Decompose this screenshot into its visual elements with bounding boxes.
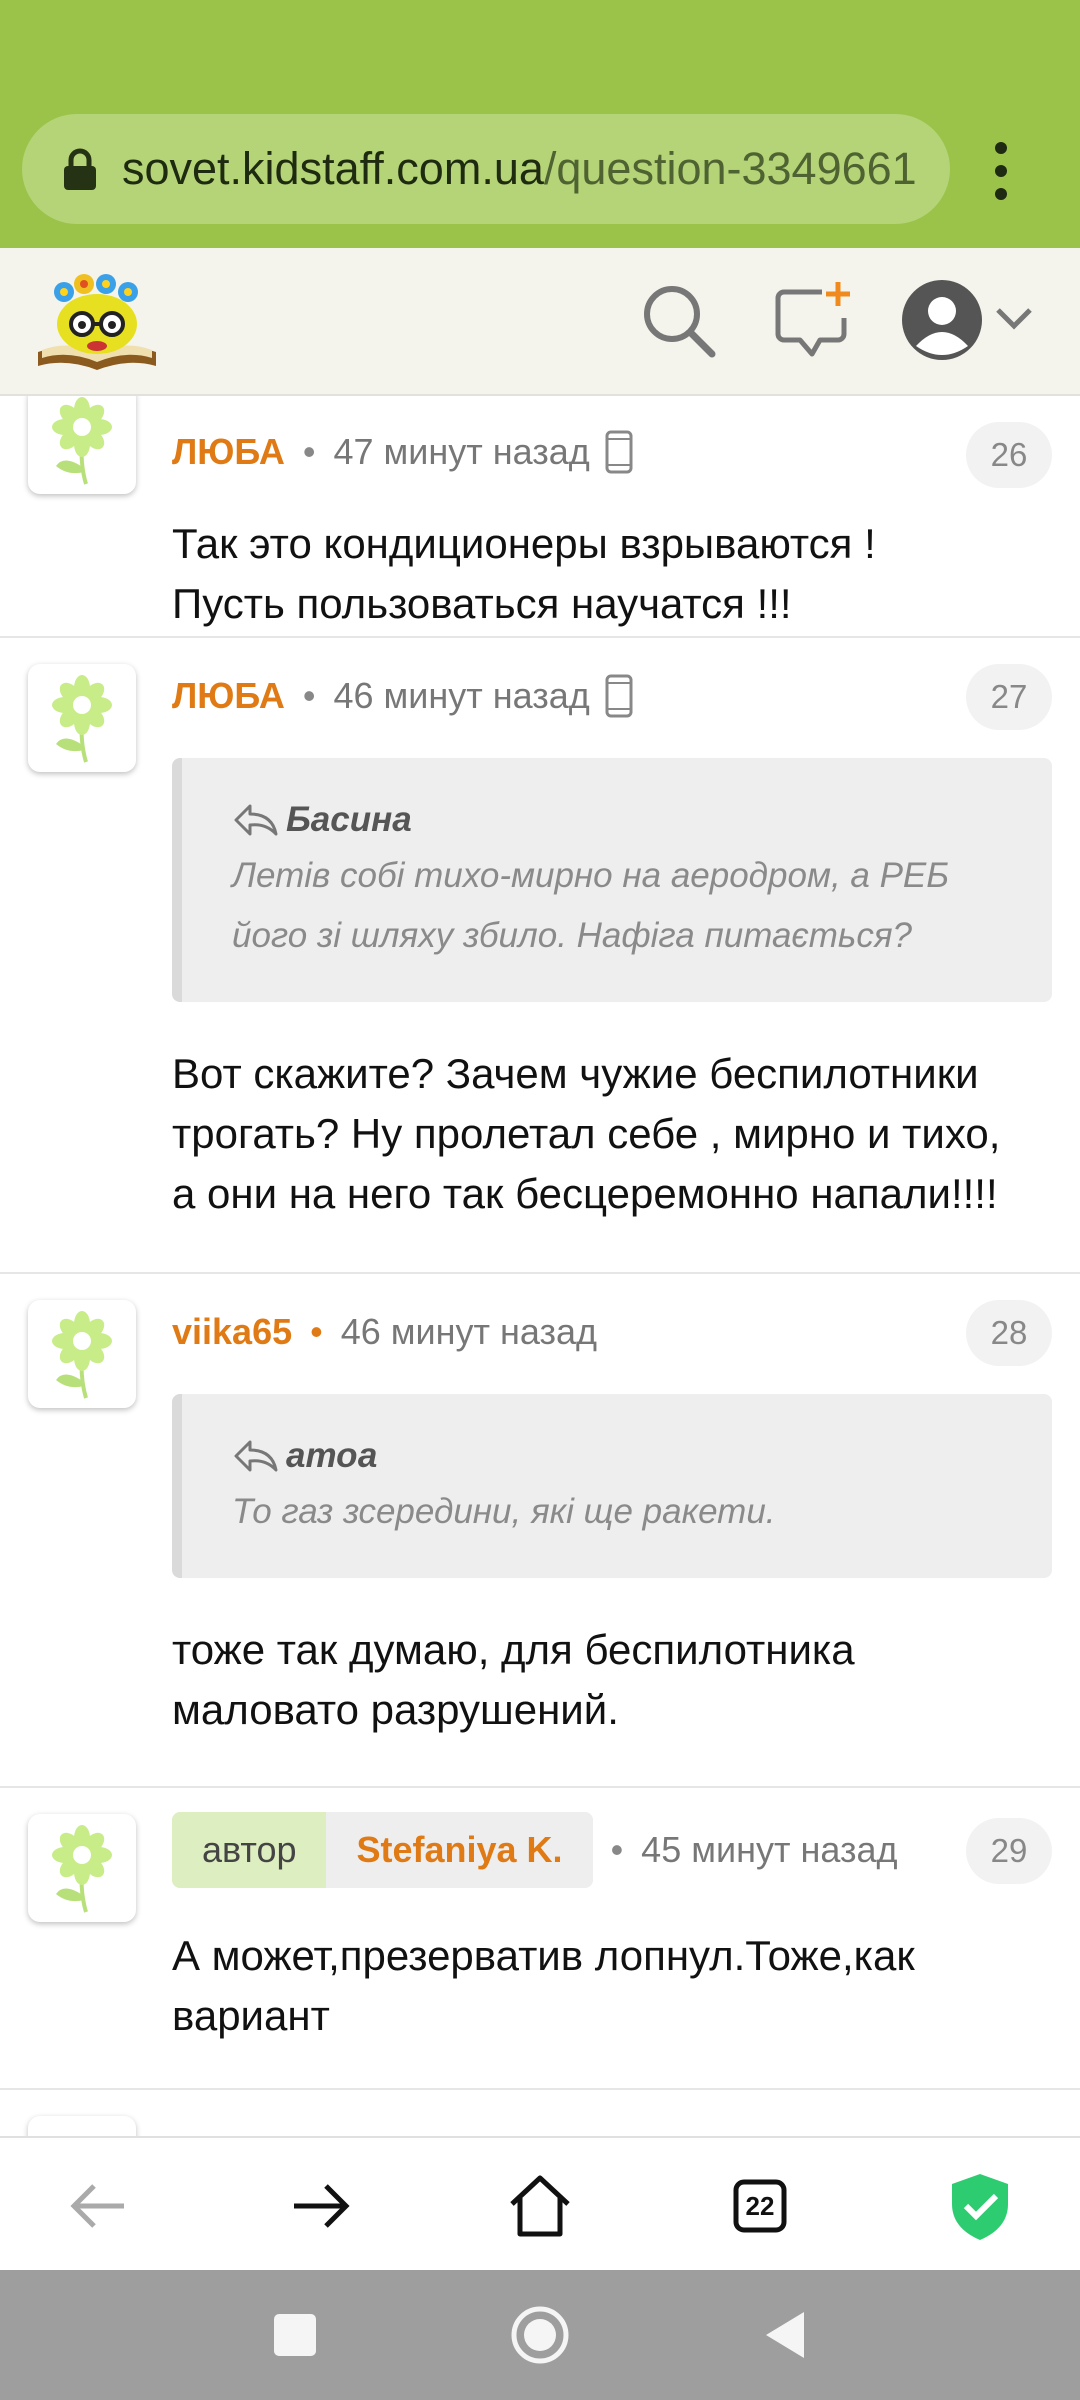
comment-time: 47 минут назад — [333, 431, 590, 472]
avatar[interactable] — [28, 2116, 136, 2136]
url-host: sovet.kidstaff.com.ua — [122, 143, 544, 194]
flower-avatar-icon — [52, 397, 112, 485]
comment-meta: viika65 • 46 минут назад — [172, 1302, 597, 1362]
comment-body: тоже так думаю, для беспилотника маловат… — [172, 1620, 1052, 1740]
comment-body: Вот скажите? Зачем чужие беспилотники тр… — [172, 1044, 1052, 1224]
quote-author: атоа — [232, 1430, 1008, 1482]
recent-apps-icon[interactable] — [260, 2300, 330, 2370]
tab-count: 22 — [745, 2191, 775, 2221]
comment-line: Вот скажите? Зачем чужие беспилотники — [172, 1050, 979, 1097]
comment-body: Так это кондиционеры взрываются ! Пусть … — [172, 514, 1052, 634]
browser-toolbar: 22 — [0, 2136, 1080, 2272]
shield-check-icon[interactable] — [942, 2168, 1018, 2244]
comment-meta: автор Stefaniya K. • 45 минут назад — [172, 1812, 897, 1888]
comment-author[interactable]: ЛЮБА — [172, 422, 285, 482]
comment-line: Пусть пользоваться научатся !!! — [172, 580, 792, 627]
reply-arrow-icon — [234, 1440, 278, 1472]
browser-top-bar: sovet.kidstaff.com.ua/question-3349661 — [0, 0, 1080, 248]
meta-separator: • — [610, 1829, 624, 1870]
forward-arrow-icon[interactable] — [282, 2168, 358, 2244]
quote-author-name[interactable]: Басина — [286, 794, 412, 846]
comment-time: 46 минут назад — [333, 675, 590, 716]
comment-meta: ЛЮБА • 47 минут назад — [172, 422, 634, 482]
meta-separator: • — [302, 431, 316, 472]
comment-body: А может,презерватив лопнул.Тоже,как вари… — [172, 1926, 1052, 2046]
flower-avatar-icon — [52, 1311, 112, 1399]
comment-author[interactable]: viika65 — [172, 1302, 292, 1362]
chevron-down-icon[interactable] — [994, 304, 1034, 334]
comment: ЛЮБА • 46 минут назад 27 Басина Летів со… — [0, 636, 1080, 1274]
site-header — [0, 248, 1080, 396]
android-nav-bar — [0, 2270, 1080, 2400]
comment-line: А может,презерватив лопнул.Тоже,как — [172, 1932, 915, 1979]
comment: автор Stefaniya K. • 45 минут назад 29 А… — [0, 1786, 1080, 2090]
comment-author[interactable]: ЛЮБА — [172, 666, 285, 726]
search-icon[interactable] — [636, 278, 722, 364]
author-role-label: автор — [172, 1812, 327, 1888]
comment-line: маловато разрушений. — [172, 1686, 619, 1733]
quote-block: атоа То газ зсередини, які ще ракети. — [172, 1394, 1052, 1578]
comment-number[interactable]: 29 — [966, 1818, 1052, 1884]
comment: viika65 • 46 минут назад 28 атоа То газ … — [0, 1272, 1080, 1788]
site-logo[interactable] — [34, 266, 160, 376]
comments-list: ЛЮБА • 47 минут назад 26 Так это кондици… — [0, 394, 1080, 2136]
comment-line: трогать? Ну пролетал себе , мирно и тихо… — [172, 1110, 1001, 1157]
quote-text: Летів собі тихо-мирно на аеродром, а РЕБ… — [232, 846, 1008, 966]
url-text[interactable]: sovet.kidstaff.com.ua/question-3349661 — [122, 114, 917, 224]
comment-number[interactable]: 26 — [966, 422, 1052, 488]
comment-time: 45 минут назад — [641, 1829, 898, 1870]
avatar[interactable] — [28, 664, 136, 772]
comment-line: вариант — [172, 1992, 330, 2039]
quote-line: його зі шляху збило. Нафіга питається? — [232, 916, 912, 955]
avatar[interactable] — [28, 394, 136, 494]
reply-arrow-icon — [234, 804, 278, 836]
lock-icon[interactable] — [60, 148, 100, 192]
avatar[interactable] — [28, 1300, 136, 1408]
address-bar[interactable]: sovet.kidstaff.com.ua/question-3349661 — [22, 114, 950, 224]
url-path: /question-3349661 — [543, 143, 917, 194]
tabs-icon[interactable]: 22 — [722, 2168, 798, 2244]
meta-separator: • — [310, 1311, 323, 1352]
meta-separator: • — [302, 675, 316, 716]
quote-author: Басина — [232, 794, 1008, 846]
home-button-icon[interactable] — [505, 2300, 575, 2370]
quote-line: Летів собі тихо-мирно на аеродром, а РЕБ — [232, 856, 950, 895]
new-message-icon[interactable] — [770, 278, 856, 364]
back-arrow-icon[interactable] — [62, 2168, 138, 2244]
quote-text: То газ зсередини, які ще ракети. — [232, 1482, 1008, 1542]
home-icon[interactable] — [502, 2168, 578, 2244]
comment-line: а они на него так бесцеремонно напали!!!… — [172, 1170, 998, 1217]
mobile-phone-icon — [605, 674, 633, 718]
comment-time: 46 минут назад — [340, 1311, 598, 1352]
quote-block: Басина Летів собі тихо-мирно на аеродром… — [172, 758, 1052, 1002]
back-button-icon[interactable] — [750, 2300, 820, 2370]
comment: ЛЮБА • 47 минут назад 26 Так это кондици… — [0, 394, 1080, 638]
avatar[interactable] — [28, 1814, 136, 1922]
flower-avatar-icon — [52, 675, 112, 763]
menu-dots-icon[interactable] — [986, 136, 1016, 206]
comment-meta: ЛЮБА • 46 минут назад — [172, 666, 634, 726]
quote-line: То газ зсередини, які ще ракети. — [232, 1492, 776, 1531]
comment-line: тоже так думаю, для беспилотника — [172, 1626, 855, 1673]
author-badge[interactable]: автор Stefaniya K. — [172, 1812, 593, 1888]
comment-line: Так это кондиционеры взрываются ! — [172, 520, 876, 567]
comment-author[interactable]: Stefaniya K. — [326, 1812, 593, 1888]
quote-author-name[interactable]: атоа — [286, 1430, 377, 1482]
mobile-phone-icon — [605, 430, 633, 474]
comment-number[interactable]: 28 — [966, 1300, 1052, 1366]
flower-avatar-icon — [52, 1825, 112, 1913]
comment-number[interactable]: 27 — [966, 664, 1052, 730]
user-avatar-icon[interactable] — [900, 278, 984, 362]
